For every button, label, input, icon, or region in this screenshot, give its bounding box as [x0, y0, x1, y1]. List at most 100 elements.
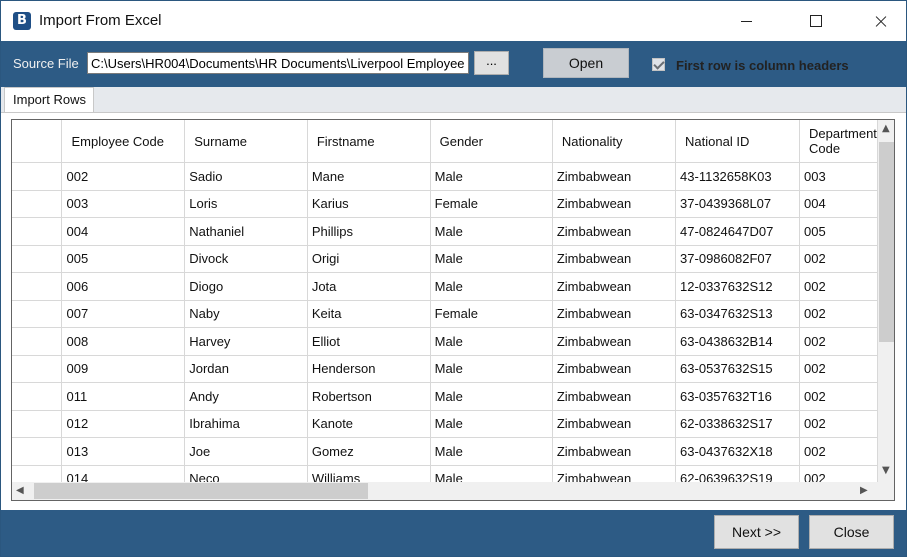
column-header[interactable]: Nationality — [552, 120, 677, 163]
table-row[interactable]: 013 Joe Gomez Male Zimbabwean 63-0437632X18 00… — [12, 437, 878, 466]
table-row[interactable]: 014 Neco Williams Male Zimbabwean 62-0639632S… — [12, 465, 878, 482]
table-cell[interactable]: 37-0439368L07 — [675, 190, 800, 218]
table-cell[interactable]: Elliot — [307, 327, 431, 356]
table-cell[interactable]: 002 — [799, 245, 878, 273]
table-cell[interactable]: 004 — [61, 217, 186, 246]
row-header[interactable] — [12, 355, 63, 383]
table-cell[interactable]: Zimbabwean — [552, 190, 677, 218]
table-cell[interactable]: Mane — [307, 162, 431, 191]
table-cell[interactable]: Zimbabwean — [552, 300, 677, 328]
table-cell[interactable]: Keita — [307, 300, 431, 328]
row-header[interactable] — [12, 410, 63, 438]
column-header[interactable]: National ID — [675, 120, 800, 163]
table-cell[interactable]: 005 — [61, 245, 186, 273]
horizontal-scroll-thumb[interactable] — [34, 483, 368, 499]
row-header[interactable] — [12, 272, 63, 301]
table-row[interactable]: 008 Harvey Elliot Male Zimbabwean 63-0438632B… — [12, 327, 878, 356]
row-header[interactable] — [12, 382, 63, 411]
table-cell[interactable]: Ibrahima — [184, 410, 308, 438]
table-row[interactable]: 003 Loris Karius Female Zimbabwean 37-0439368… — [12, 190, 878, 218]
row-header[interactable] — [12, 217, 63, 246]
table-cell[interactable]: Male — [430, 245, 553, 273]
table-cell[interactable]: 003 — [799, 162, 878, 191]
next-button[interactable]: Next >> — [714, 515, 799, 549]
table-cell[interactable]: Zimbabwean — [552, 465, 677, 482]
browse-button[interactable]: ... — [474, 51, 509, 75]
maximize-button[interactable] — [793, 1, 839, 41]
table-cell[interactable]: 63-0437632X18 — [675, 437, 800, 466]
row-header[interactable] — [12, 327, 63, 356]
table-cell[interactable]: 006 — [61, 272, 186, 301]
tab-import-rows[interactable]: Import Rows — [4, 87, 94, 113]
table-cell[interactable]: Williams — [307, 465, 431, 482]
row-header-corner[interactable] — [12, 120, 63, 163]
table-cell[interactable]: 008 — [61, 327, 186, 356]
table-row[interactable]: 011 Andy Robertson Male Zimbabwean 63-0357632… — [12, 382, 878, 411]
table-cell[interactable]: 003 — [61, 190, 186, 218]
table-cell[interactable]: 009 — [61, 355, 186, 383]
close-window-button[interactable] — [858, 1, 904, 41]
table-cell[interactable]: 004 — [799, 190, 878, 218]
close-button[interactable]: Close — [809, 515, 894, 549]
column-header[interactable]: Surname — [184, 120, 308, 163]
vertical-scroll-thumb[interactable] — [879, 142, 894, 342]
table-row[interactable]: 012 Ibrahima Kanote Male Zimbabwean 62-033863… — [12, 410, 878, 438]
table-cell[interactable]: 12-0337632S12 — [675, 272, 800, 301]
table-row[interactable]: 007 Naby Keita Female Zimbabwean 63-0347632S1… — [12, 300, 878, 328]
table-cell[interactable]: Zimbabwean — [552, 217, 677, 246]
table-cell[interactable]: 002 — [799, 382, 878, 411]
table-cell[interactable]: Karius — [307, 190, 431, 218]
minimize-button[interactable] — [724, 1, 770, 41]
row-header[interactable] — [12, 300, 63, 328]
table-cell[interactable]: Jota — [307, 272, 431, 301]
table-cell[interactable]: Jordan — [184, 355, 308, 383]
table-cell[interactable]: Zimbabwean — [552, 162, 677, 191]
table-cell[interactable]: Henderson — [307, 355, 431, 383]
table-cell[interactable]: Divock — [184, 245, 308, 273]
table-cell[interactable]: 007 — [61, 300, 186, 328]
table-cell[interactable]: Zimbabwean — [552, 272, 677, 301]
vertical-scrollbar[interactable]: ▲ ▼ — [878, 120, 894, 482]
table-row[interactable]: 005 Divock Origi Male Zimbabwean 37-0986082F0… — [12, 245, 878, 273]
table-row[interactable]: 009 Jordan Henderson Male Zimbabwean 63-05376… — [12, 355, 878, 383]
table-cell[interactable]: Male — [430, 327, 553, 356]
table-cell[interactable]: 37-0986082F07 — [675, 245, 800, 273]
scroll-down-icon[interactable]: ▼ — [882, 465, 890, 476]
table-cell[interactable]: 014 — [61, 465, 186, 482]
title-bar[interactable]: B Import From Excel — [1, 1, 906, 41]
table-cell[interactable]: Male — [430, 382, 553, 411]
table-cell[interactable]: 013 — [61, 437, 186, 466]
header-row-checkbox-label[interactable]: First row is column headers — [676, 58, 849, 73]
table-cell[interactable]: Andy — [184, 382, 308, 411]
table-cell[interactable]: Naby — [184, 300, 308, 328]
column-header[interactable]: Firstname — [307, 120, 431, 163]
table-cell[interactable]: 002 — [799, 465, 878, 482]
table-cell[interactable]: 002 — [61, 162, 186, 191]
column-header[interactable]: Employee Code — [61, 120, 186, 163]
table-cell[interactable]: 002 — [799, 437, 878, 466]
table-cell[interactable]: 62-0639632S19 — [675, 465, 800, 482]
table-cell[interactable]: Zimbabwean — [552, 382, 677, 411]
table-cell[interactable]: Loris — [184, 190, 308, 218]
open-button[interactable]: Open — [543, 48, 629, 78]
table-cell[interactable]: Zimbabwean — [552, 437, 677, 466]
column-header[interactable]: Department Code — [799, 120, 878, 163]
table-cell[interactable]: Neco — [184, 465, 308, 482]
table-cell[interactable]: 012 — [61, 410, 186, 438]
table-cell[interactable]: 002 — [799, 272, 878, 301]
table-row[interactable]: 004 Nathaniel Phillips Male Zimbabwean 47-082… — [12, 217, 878, 246]
table-cell[interactable]: Nathaniel — [184, 217, 308, 246]
scroll-up-icon[interactable]: ▲ — [882, 123, 890, 134]
horizontal-scrollbar[interactable]: ◀ ▶ — [12, 482, 878, 500]
row-header[interactable] — [12, 190, 63, 218]
table-cell[interactable]: Female — [430, 190, 553, 218]
table-cell[interactable]: Origi — [307, 245, 431, 273]
row-header[interactable] — [12, 437, 63, 466]
table-cell[interactable]: 002 — [799, 327, 878, 356]
table-cell[interactable]: Male — [430, 465, 553, 482]
table-row[interactable]: 002 Sadio Mane Male Zimbabwean 43-1132658K03 0… — [12, 162, 878, 191]
row-header[interactable] — [12, 465, 63, 482]
table-cell[interactable]: Male — [430, 272, 553, 301]
table-cell[interactable]: Gomez — [307, 437, 431, 466]
table-cell[interactable]: Kanote — [307, 410, 431, 438]
